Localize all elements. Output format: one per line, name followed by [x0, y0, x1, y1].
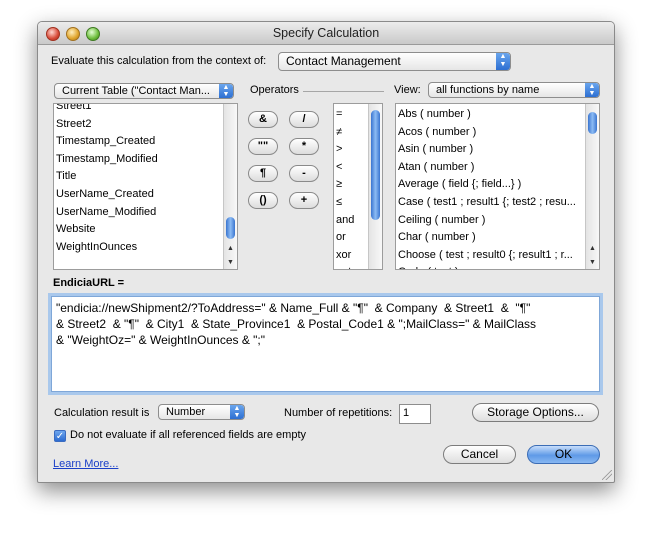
- operator-list-item[interactable]: or: [334, 229, 369, 247]
- parens-op-button[interactable]: (): [248, 192, 278, 209]
- field-list-item[interactable]: Street1: [54, 104, 224, 116]
- operator-list-item[interactable]: and: [334, 212, 369, 230]
- multiply-op-button[interactable]: *: [289, 138, 319, 155]
- field-list-scrollbar[interactable]: ▲ ▼: [223, 104, 237, 269]
- operator-list-scrollbar[interactable]: [368, 104, 382, 269]
- operators-divider: [303, 91, 384, 92]
- function-list-scrollbar[interactable]: ▲ ▼: [585, 104, 599, 269]
- operator-list-item[interactable]: ≤: [334, 194, 369, 212]
- field-list-item[interactable]: Title: [54, 168, 224, 186]
- function-list-item[interactable]: Code ( text ): [396, 264, 586, 269]
- result-type-popup[interactable]: Number ▲ ▼: [158, 404, 245, 420]
- scroll-thumb[interactable]: [371, 110, 380, 220]
- chevron-updown-icon: ▲ ▼: [496, 53, 510, 70]
- context-value: Contact Management: [286, 54, 401, 68]
- scroll-up-icon[interactable]: ▲: [586, 242, 599, 255]
- checkbox-empty-fields[interactable]: ✓: [54, 430, 66, 442]
- result-label: Calculation result is: [54, 407, 150, 419]
- scroll-thumb[interactable]: [226, 217, 235, 239]
- checkbox-empty-fields-label: Do not evaluate if all referenced fields…: [70, 429, 307, 441]
- field-list-item[interactable]: UserName_Modified: [54, 204, 224, 222]
- storage-options-button[interactable]: Storage Options...: [472, 403, 599, 422]
- field-list-item[interactable]: Timestamp_Modified: [54, 151, 224, 169]
- chevron-updown-icon: ▲ ▼: [230, 405, 244, 419]
- field-list-item[interactable]: UserName_Created: [54, 186, 224, 204]
- cancel-button[interactable]: Cancel: [443, 445, 516, 464]
- function-list-item[interactable]: Case ( test1 ; result1 {; test2 ; resu..…: [396, 194, 586, 212]
- operator-list-item[interactable]: ≠: [334, 124, 369, 142]
- chevron-updown-icon: ▲ ▼: [219, 84, 233, 98]
- field-list-item[interactable]: Timestamp_Created: [54, 133, 224, 151]
- function-list-item[interactable]: Char ( number ): [396, 229, 586, 247]
- function-list-item[interactable]: Abs ( number ): [396, 106, 586, 124]
- function-list-item[interactable]: Acos ( number ): [396, 124, 586, 142]
- field-list[interactable]: Street1 Street2 Timestamp_Created Timestamp…: [53, 103, 238, 270]
- view-popup-value: all functions by name: [436, 84, 540, 96]
- resize-grip-icon[interactable]: [602, 470, 612, 480]
- function-list-item[interactable]: Asin ( number ): [396, 141, 586, 159]
- formula-editor[interactable]: "endicia://newShipment2/?ToAddress=" & N…: [51, 296, 600, 392]
- operator-list-item[interactable]: <: [334, 159, 369, 177]
- function-list-item[interactable]: Choose ( test ; result0 {; result1 ; r..…: [396, 247, 586, 265]
- table-popup[interactable]: Current Table ("Contact Man... ▲ ▼: [54, 83, 234, 99]
- operator-list-item[interactable]: ≥: [334, 176, 369, 194]
- function-list-item[interactable]: Atan ( number ): [396, 159, 586, 177]
- operator-list-item[interactable]: =: [334, 106, 369, 124]
- function-list-item[interactable]: Ceiling ( number ): [396, 212, 586, 230]
- context-popup[interactable]: Contact Management ▲ ▼: [278, 52, 511, 71]
- repetitions-label: Number of repetitions:: [284, 407, 393, 419]
- operator-list-item[interactable]: not: [334, 264, 369, 269]
- operator-list[interactable]: =≠><≥≤andorxornot: [333, 103, 383, 270]
- pilcrow-op-button[interactable]: ¶: [248, 165, 278, 182]
- operators-label: Operators: [250, 84, 299, 96]
- scroll-down-icon[interactable]: ▼: [224, 256, 237, 269]
- scroll-down-icon[interactable]: ▼: [586, 256, 599, 269]
- view-popup[interactable]: all functions by name ▲ ▼: [428, 82, 600, 98]
- ok-button[interactable]: OK: [527, 445, 600, 464]
- calculation-name-label: EndiciaURL =: [53, 277, 125, 289]
- plus-op-button[interactable]: +: [289, 192, 319, 209]
- table-popup-value: Current Table ("Contact Man...: [62, 85, 210, 97]
- operator-list-item[interactable]: >: [334, 141, 369, 159]
- result-type-value: Number: [166, 406, 206, 418]
- scroll-up-icon[interactable]: ▲: [224, 242, 237, 255]
- field-list-item[interactable]: Street2: [54, 116, 224, 134]
- chevron-updown-icon: ▲ ▼: [585, 83, 599, 97]
- field-list-item[interactable]: WeightInOunces: [54, 239, 224, 257]
- specify-calculation-dialog: Specify Calculation Evaluate this calcul…: [37, 21, 615, 483]
- concat-op-button[interactable]: &: [248, 111, 278, 128]
- view-label: View:: [394, 84, 421, 96]
- function-list-item[interactable]: Average ( field {; field...} ): [396, 176, 586, 194]
- scroll-thumb[interactable]: [588, 112, 597, 134]
- field-list-item[interactable]: Website: [54, 221, 224, 239]
- function-list[interactable]: Abs ( number ) Acos ( number ) Asin ( numb…: [395, 103, 600, 270]
- minus-op-button[interactable]: -: [289, 165, 319, 182]
- title-bar[interactable]: Specify Calculation: [38, 22, 614, 45]
- operator-list-item[interactable]: xor: [334, 247, 369, 265]
- learn-more-link[interactable]: Learn More...: [53, 458, 118, 470]
- divide-op-button[interactable]: /: [289, 111, 319, 128]
- quotes-op-button[interactable]: "": [248, 138, 278, 155]
- repetitions-field[interactable]: 1: [399, 404, 431, 424]
- context-label: Evaluate this calculation from the conte…: [51, 55, 267, 67]
- window-title: Specify Calculation: [272, 26, 380, 40]
